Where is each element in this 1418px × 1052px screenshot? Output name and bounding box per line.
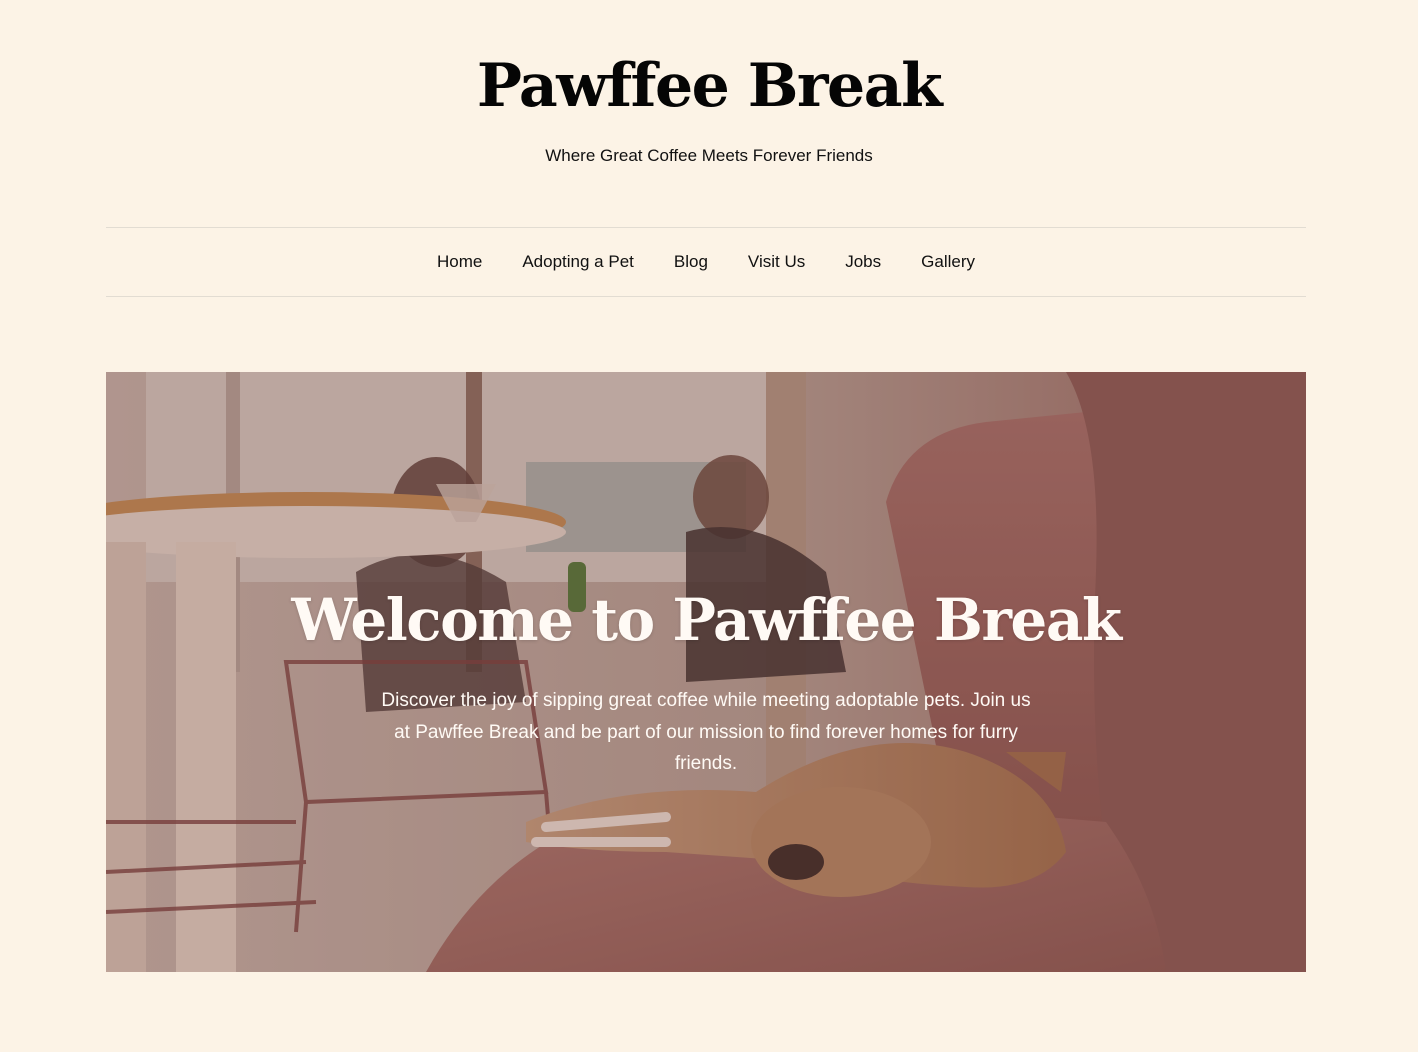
- nav-link-adopting-a-pet[interactable]: Adopting a Pet: [522, 252, 634, 271]
- hero-description: Discover the joy of sipping great coffee…: [381, 690, 1031, 774]
- nav-item-home: Home: [437, 252, 482, 272]
- hero-overlay: [106, 372, 1306, 972]
- nav-link-home[interactable]: Home: [437, 252, 482, 271]
- nav-item-gallery: Gallery: [921, 252, 975, 272]
- nav-item-jobs: Jobs: [845, 252, 881, 272]
- nav-link-gallery[interactable]: Gallery: [921, 252, 975, 271]
- nav-list: Home Adopting a Pet Blog Visit Us Jobs G…: [437, 252, 975, 272]
- nav-item-adopting-a-pet: Adopting a Pet: [522, 252, 634, 272]
- hero-cover: Welcome to Pawffee Break Discover the jo…: [106, 372, 1306, 972]
- nav-item-blog: Blog: [674, 252, 708, 272]
- nav-item-visit-us: Visit Us: [748, 252, 805, 272]
- nav-link-jobs[interactable]: Jobs: [845, 252, 881, 271]
- nav-link-blog[interactable]: Blog: [674, 252, 708, 271]
- nav-link-visit-us[interactable]: Visit Us: [748, 252, 805, 271]
- main-navigation: Home Adopting a Pet Blog Visit Us Jobs G…: [106, 227, 1306, 297]
- site-tagline: Where Great Coffee Meets Forever Friends: [545, 146, 873, 165]
- hero-title: Welcome to Pawffee Break: [291, 586, 1122, 654]
- site-title[interactable]: Pawffee Break: [0, 44, 1418, 128]
